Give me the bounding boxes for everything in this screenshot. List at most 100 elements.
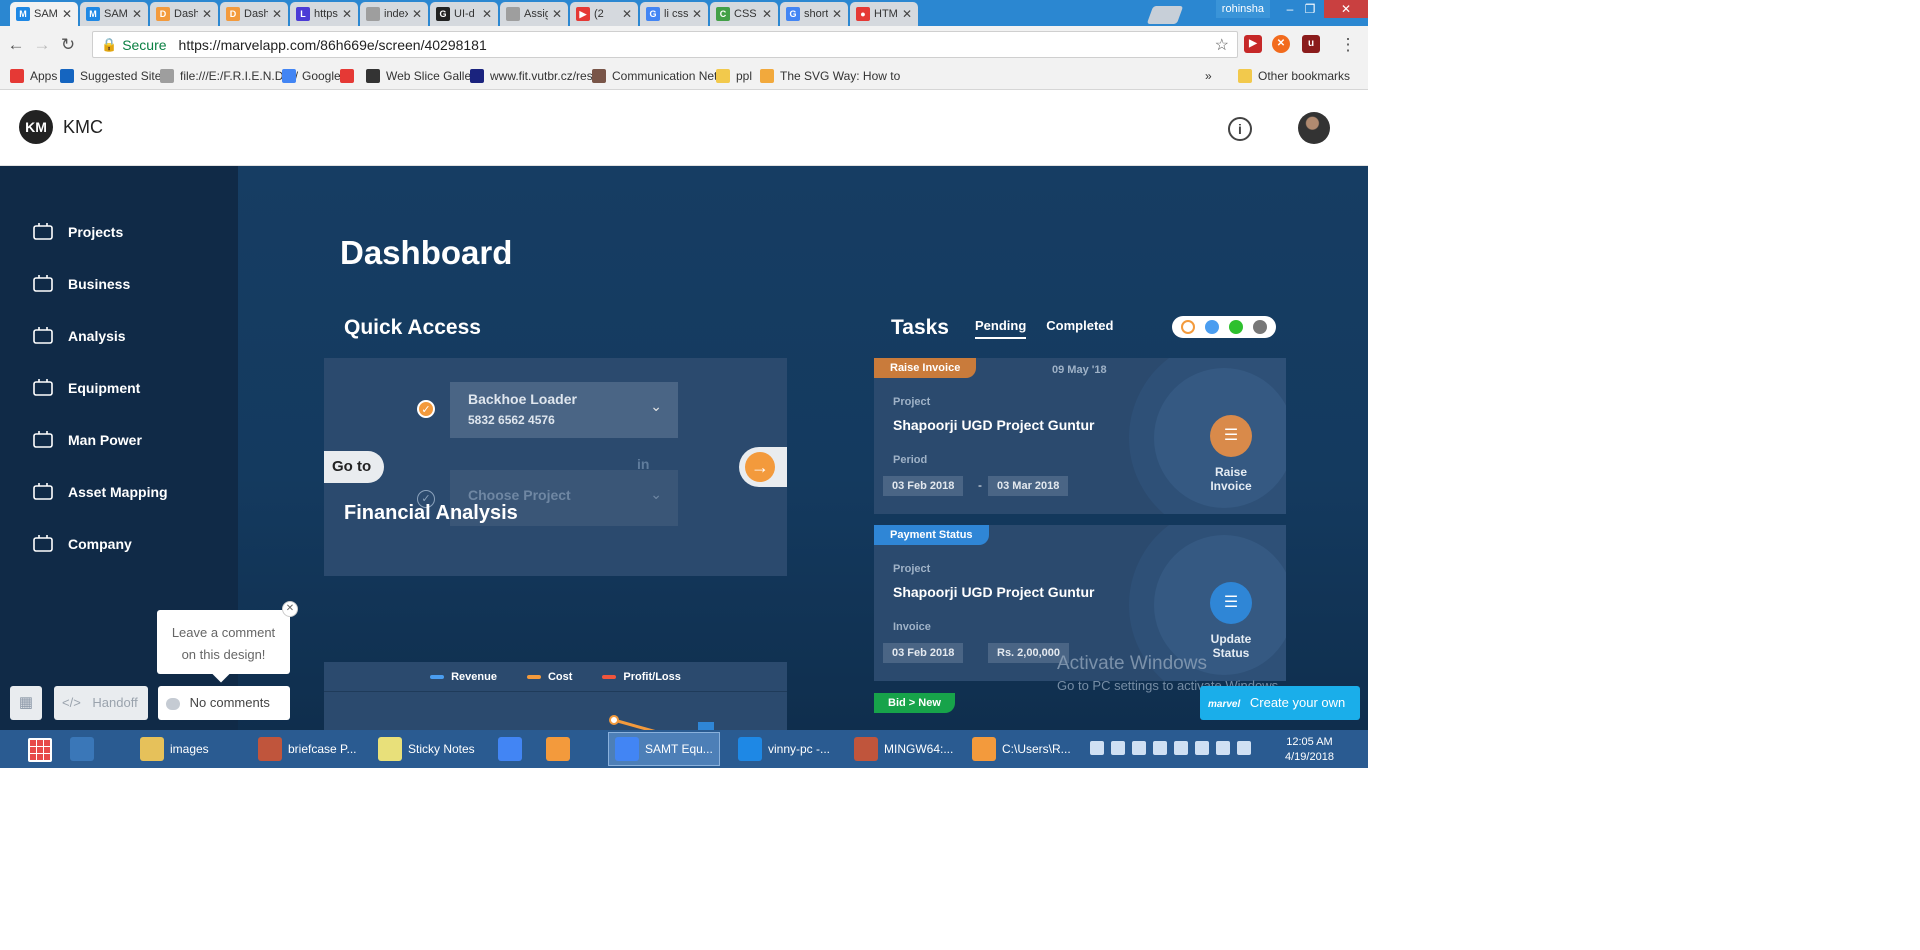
create-your-own-button[interactable]: marvel Create your own <box>1200 686 1360 720</box>
tab-close-icon[interactable]: ✕ <box>832 7 842 21</box>
sidebar-item[interactable]: Man Power <box>32 430 142 450</box>
tab-close-icon[interactable]: ✕ <box>482 7 492 21</box>
address-bar[interactable]: 🔒 Secure https://marvelapp.com/86h669e/s… <box>92 31 1238 58</box>
tab-close-icon[interactable]: ✕ <box>342 7 352 21</box>
tray-icon[interactable] <box>1090 741 1104 755</box>
app-logo[interactable]: KM <box>19 110 53 144</box>
browser-tab[interactable]: M SAM ✕ <box>80 2 148 26</box>
info-icon[interactable]: i <box>1228 117 1252 141</box>
taskbar-item[interactable] <box>64 732 100 766</box>
value-pill: 03 Mar 2018 <box>988 476 1069 496</box>
browser-tab[interactable]: Assig ✕ <box>500 2 568 26</box>
tab-close-icon[interactable]: ✕ <box>62 7 72 21</box>
extension-icon[interactable]: ✕ <box>1272 35 1290 53</box>
tray-icon[interactable] <box>1132 741 1146 755</box>
clock[interactable]: 12:05 AM 4/19/2018 <box>1285 735 1334 765</box>
bookmark-item[interactable]: Google <box>282 69 341 83</box>
bookmark-item[interactable]: Web Slice Gallery <box>366 69 481 83</box>
browser-tab[interactable]: ● HTM ✕ <box>850 2 918 26</box>
comments-button[interactable]: No comments <box>158 686 290 720</box>
tab-close-icon[interactable]: ✕ <box>412 7 422 21</box>
sidebar-item[interactable]: Equipment <box>32 378 140 398</box>
tab-pending[interactable]: Pending <box>975 318 1027 339</box>
grid-icon[interactable]: ▦ <box>10 686 42 720</box>
taskbar-item[interactable]: MINGW64:... <box>848 732 960 766</box>
tray-icon[interactable] <box>1174 741 1188 755</box>
bookmarks-overflow[interactable]: » <box>1205 69 1212 83</box>
volume-icon[interactable] <box>1111 741 1125 755</box>
taskbar-item[interactable] <box>540 732 576 766</box>
filter-blue[interactable] <box>1205 320 1219 334</box>
tab-close-icon[interactable]: ✕ <box>692 7 702 21</box>
menu-icon[interactable]: ⋮ <box>1338 35 1358 55</box>
filter-green[interactable] <box>1229 320 1243 334</box>
sidebar-item[interactable]: Asset Mapping <box>32 482 168 502</box>
taskbar-item[interactable]: SAMT Equ... <box>608 732 720 766</box>
tab-close-icon[interactable]: ✕ <box>622 7 632 21</box>
bookmark-item[interactable]: file:///E:/F.R.I.E.N.D.S/ <box>160 69 298 83</box>
tab-close-icon[interactable]: ✕ <box>552 7 562 21</box>
tab-close-icon[interactable]: ✕ <box>202 7 212 21</box>
back-icon[interactable]: ← <box>6 35 26 55</box>
taskbar-item[interactable]: Sticky Notes <box>372 732 484 766</box>
browser-tab[interactable]: D Dash ✕ <box>150 2 218 26</box>
close-icon[interactable]: ✕ <box>282 601 298 617</box>
sidebar-item[interactable]: Business <box>32 274 130 294</box>
start-icon[interactable] <box>28 738 52 762</box>
taskbar-item[interactable]: images <box>134 732 246 766</box>
keyboard-icon[interactable] <box>1237 741 1251 755</box>
tab-close-icon[interactable]: ✕ <box>272 7 282 21</box>
other-bookmarks[interactable]: Other bookmarks <box>1238 69 1350 83</box>
bookmark-item[interactable]: The SVG Way: How to <box>760 69 900 83</box>
bid-tag[interactable]: Bid > New <box>874 693 955 713</box>
filter-grey[interactable] <box>1253 320 1267 334</box>
bookmark-item[interactable]: Apps <box>10 69 57 83</box>
forward-icon[interactable]: → <box>32 35 52 55</box>
sidebar-item[interactable]: Projects <box>32 222 123 242</box>
browser-tab[interactable]: Lhttps ✕ <box>290 2 358 26</box>
bookmark-item[interactable]: Communication Netw <box>592 69 726 83</box>
avatar[interactable] <box>1298 112 1330 144</box>
tab-completed[interactable]: Completed <box>1046 318 1113 339</box>
browser-tab[interactable]: ▶ (2 ✕ <box>570 2 638 26</box>
bookmark-item[interactable]: www.fit.vutbr.cz/rese <box>470 69 599 83</box>
browser-tab[interactable]: C CSS ✕ <box>710 2 778 26</box>
tab-close-icon[interactable]: ✕ <box>132 7 142 21</box>
document-icon[interactable]: ☰ <box>1210 582 1252 624</box>
browser-tab[interactable]: Gshort ✕ <box>780 2 848 26</box>
browser-tab[interactable]: M SAM ✕ <box>10 2 78 26</box>
task-card[interactable]: Raise Invoice 09 May '18 Project Shapoorji … <box>874 358 1286 514</box>
extension-icon[interactable]: ▶ <box>1244 35 1262 53</box>
bookmark-item[interactable]: Suggested Sites <box>60 69 167 83</box>
restore-icon[interactable]: ❐ <box>1296 0 1324 18</box>
new-tab-button[interactable] <box>1146 6 1184 24</box>
browser-tab[interactable]: D Dash ✕ <box>220 2 288 26</box>
filter-orange[interactable] <box>1181 320 1195 334</box>
ublock-icon[interactable]: u <box>1302 35 1320 53</box>
handoff-button[interactable]: </> Handoff <box>54 686 148 720</box>
window-close-icon[interactable]: ✕ <box>1324 0 1368 18</box>
document-icon[interactable]: ☰ <box>1210 415 1252 457</box>
browser-tab[interactable]: index ✕ <box>360 2 428 26</box>
taskbar-item[interactable]: briefcase P... <box>252 732 364 766</box>
bookmark-star-icon[interactable]: ☆ <box>1215 35 1229 55</box>
bookmark-item[interactable]: ppl <box>716 69 752 83</box>
tab-close-icon[interactable]: ✕ <box>902 7 912 21</box>
reload-icon[interactable]: ↻ <box>58 35 78 55</box>
tray-icon[interactable] <box>1153 741 1167 755</box>
speaker-icon[interactable] <box>1195 741 1209 755</box>
sidebar-item[interactable]: Company <box>32 534 132 554</box>
equipment-dropdown[interactable]: Backhoe Loader 5832 6562 4576 ⌄ <box>450 382 678 438</box>
bookmark-item[interactable] <box>340 69 360 83</box>
taskbar-item[interactable] <box>492 732 528 766</box>
taskbar-item[interactable]: C:\Users\R... <box>966 732 1078 766</box>
go-button[interactable]: → <box>739 447 787 487</box>
taskbar-item[interactable]: vinny-pc -... <box>732 732 844 766</box>
task-action-label[interactable]: Raise Invoice <box>1196 465 1266 493</box>
network-icon[interactable] <box>1216 741 1230 755</box>
sidebar-item[interactable]: Analysis <box>32 326 126 346</box>
tab-close-icon[interactable]: ✕ <box>762 7 772 21</box>
browser-tab[interactable]: Gli css ✕ <box>640 2 708 26</box>
browser-tab[interactable]: G UI-d ✕ <box>430 2 498 26</box>
status-filter[interactable] <box>1172 316 1276 338</box>
